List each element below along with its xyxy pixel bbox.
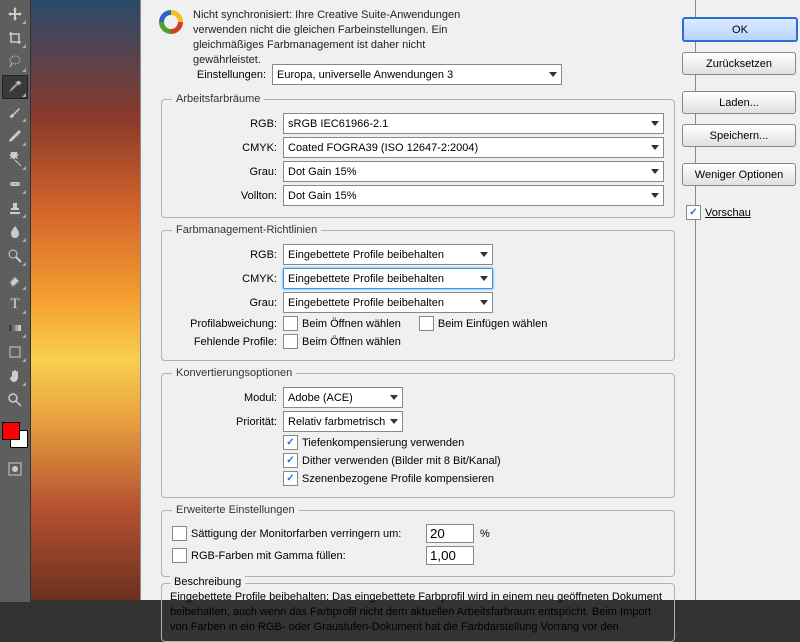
workspaces-legend: Arbeitsfarbräume <box>172 93 264 105</box>
pencil-tool[interactable] <box>3 125 27 147</box>
load-button[interactable]: Laden... <box>682 91 796 114</box>
color-settings-dialog: Nicht synchronisiert: Ihre Creative Suit… <box>140 0 696 600</box>
save-button[interactable]: Speichern... <box>682 124 796 147</box>
missing-open-checkbox[interactable] <box>283 334 298 349</box>
hand-tool[interactable] <box>3 365 27 387</box>
cmyk-policy-dropdown[interactable]: Eingebettete Profile beibehalten <box>283 268 493 289</box>
engine-dropdown[interactable]: Adobe (ACE) <box>283 387 403 408</box>
dialog-sidebar: OK Zurücksetzen Laden... Speichern... We… <box>696 0 800 600</box>
blur-tool[interactable] <box>3 221 27 243</box>
stamp-tool[interactable] <box>3 197 27 219</box>
conversion-legend: Konvertierungsoptionen <box>172 367 296 379</box>
gamma-checkbox[interactable] <box>172 548 187 563</box>
preview-checkbox[interactable] <box>686 205 701 220</box>
mismatch-open-checkbox[interactable] <box>283 316 298 331</box>
brush-tool[interactable] <box>3 101 27 123</box>
shape-tool[interactable] <box>3 341 27 363</box>
intent-dropdown[interactable]: Relativ farbmetrisch <box>283 411 403 432</box>
fewer-options-button[interactable]: Weniger Optionen <box>682 163 796 186</box>
sync-message: Nicht synchronisiert: Ihre Creative Suit… <box>193 8 493 67</box>
conversion-group: Konvertierungsoptionen Modul:Adobe (ACE)… <box>161 367 675 498</box>
desat-input[interactable] <box>426 524 474 543</box>
rgb-policy-dropdown[interactable]: Eingebettete Profile beibehalten <box>283 244 493 265</box>
advanced-legend: Erweiterte Einstellungen <box>172 504 299 516</box>
dither-checkbox[interactable] <box>283 453 298 468</box>
gradient-tool[interactable] <box>3 317 27 339</box>
description-legend: Beschreibung <box>170 576 245 588</box>
move-tool[interactable] <box>3 3 27 25</box>
scene-checkbox[interactable] <box>283 471 298 486</box>
blackpoint-checkbox[interactable] <box>283 435 298 450</box>
policies-group: Farbmanagement-Richtlinien RGB:Eingebett… <box>161 224 675 361</box>
rgb-workspace-dropdown[interactable]: sRGB IEC61966-2.1 <box>283 113 664 134</box>
tools-panel: T <box>0 0 31 602</box>
sync-icon <box>159 10 187 38</box>
advanced-group: Erweiterte Einstellungen Sättigung der M… <box>161 504 675 577</box>
gray-policy-dropdown[interactable]: Eingebettete Profile beibehalten <box>283 292 493 313</box>
zoom-tool[interactable] <box>3 389 27 411</box>
description-group: Beschreibung Eingebettete Profile beibeh… <box>161 583 675 642</box>
mismatch-paste-checkbox[interactable] <box>419 316 434 331</box>
desat-checkbox[interactable] <box>172 526 187 541</box>
cancel-button[interactable]: Zurücksetzen <box>682 52 796 75</box>
settings-dropdown[interactable]: Europa, universelle Anwendungen 3 <box>272 64 562 85</box>
gamma-input[interactable] <box>426 546 474 565</box>
policies-legend: Farbmanagement-Richtlinien <box>172 224 321 236</box>
gray-workspace-dropdown[interactable]: Dot Gain 15% <box>283 161 664 182</box>
cmyk-workspace-dropdown[interactable]: Coated FOGRA39 (ISO 12647-2:2004) <box>283 137 664 158</box>
eyedropper-tool[interactable] <box>2 75 28 99</box>
type-tool[interactable]: T <box>3 293 27 315</box>
eraser-tool[interactable] <box>3 269 27 291</box>
color-swatches[interactable] <box>2 422 28 448</box>
settings-label: Einstellungen: <box>161 69 272 81</box>
dodge-tool[interactable] <box>3 245 27 267</box>
spot-workspace-dropdown[interactable]: Dot Gain 15% <box>283 185 664 206</box>
wand-tool[interactable] <box>3 149 27 171</box>
description-text: Eingebettete Profile beibehalten: Das ei… <box>170 590 666 635</box>
workspaces-group: Arbeitsfarbräume RGB:sRGB IEC61966-2.1 C… <box>161 93 675 218</box>
crop-tool[interactable] <box>3 27 27 49</box>
lasso-tool[interactable] <box>3 51 27 73</box>
ok-button[interactable]: OK <box>682 17 798 42</box>
quickmask-toggle[interactable] <box>3 458 27 480</box>
heal-tool[interactable] <box>3 173 27 195</box>
